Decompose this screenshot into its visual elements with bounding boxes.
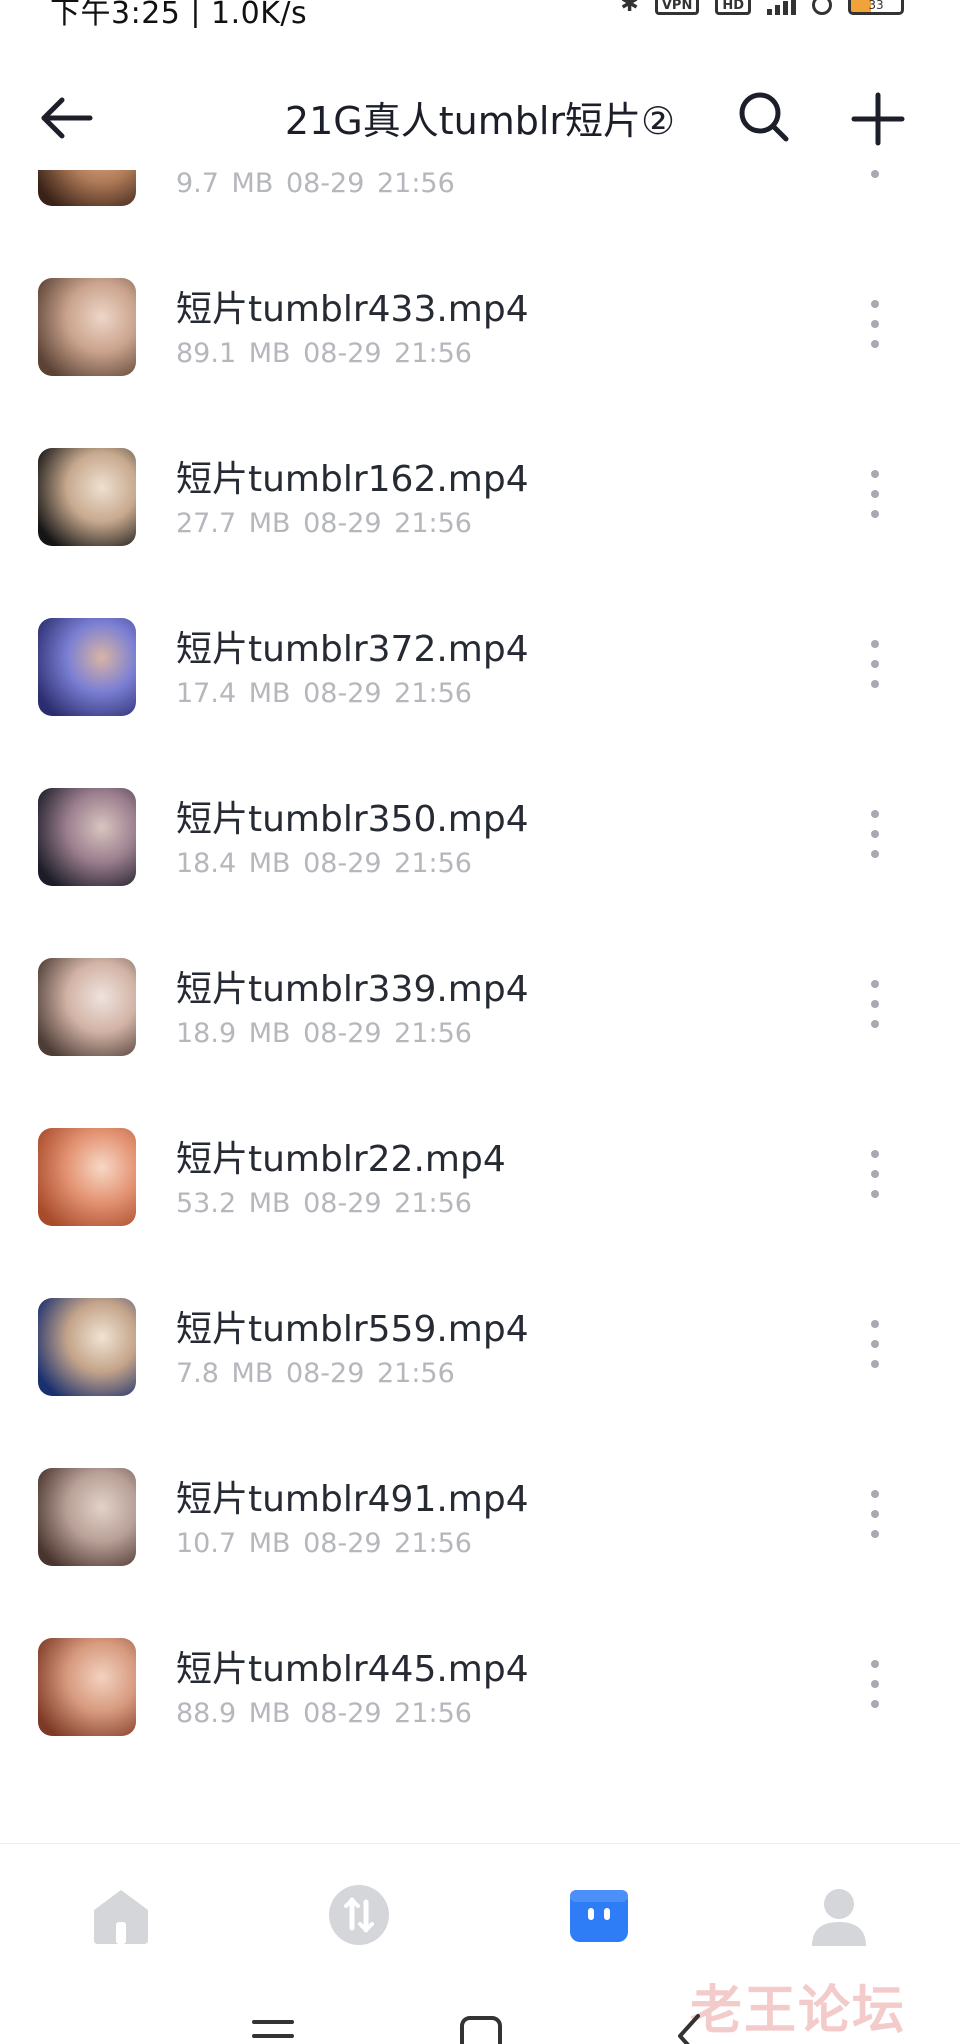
- more-vertical-icon[interactable]: [860, 806, 890, 862]
- more-vertical-icon[interactable]: [860, 1486, 890, 1542]
- file-date: 08-29 21:56: [303, 678, 472, 709]
- transfer-icon[interactable]: [324, 1880, 394, 1950]
- file-name: 短片tumblr162.mp4: [176, 459, 529, 500]
- wifi-icon: [812, 0, 832, 15]
- more-vertical-icon[interactable]: [860, 1316, 890, 1372]
- video-thumbnail: [38, 788, 136, 886]
- video-thumbnail: [38, 278, 136, 376]
- vpn-badge: VPN: [654, 0, 700, 15]
- search-icon[interactable]: [734, 87, 794, 147]
- file-date: 08-29 21:56: [303, 1698, 472, 1729]
- video-thumbnail: [38, 1128, 136, 1226]
- file-meta: 18.9 MB 08-29 21:56: [176, 1018, 472, 1049]
- file-name: 短片tumblr559.mp4: [176, 1309, 529, 1350]
- file-row[interactable]: 短片tumblr350.mp4 18.4 MB 08-29 21:56: [0, 750, 960, 900]
- file-meta: 10.7 MB 08-29 21:56: [176, 1528, 472, 1559]
- more-vertical-icon[interactable]: [860, 1146, 890, 1202]
- file-size: 89.1 MB: [176, 338, 291, 369]
- file-size: 18.4 MB: [176, 848, 291, 879]
- file-row[interactable]: 短片tumblr559.mp4 7.8 MB 08-29 21:56: [0, 1260, 960, 1410]
- file-size: 88.9 MB: [176, 1698, 291, 1729]
- menu-icon[interactable]: [248, 2012, 298, 2044]
- system-nav-bar: [0, 1990, 960, 2044]
- file-meta: 53.2 MB 08-29 21:56: [176, 1188, 472, 1219]
- file-size: 17.4 MB: [176, 678, 291, 709]
- folder-box-icon[interactable]: [564, 1880, 634, 1950]
- bluetooth-icon: ✱: [620, 0, 639, 17]
- file-name: 短片tumblr22.mp4: [176, 1139, 506, 1180]
- home-icon[interactable]: [86, 1880, 156, 1950]
- file-meta: 27.7 MB 08-29 21:56: [176, 508, 472, 539]
- file-name: 短片tumblr491.mp4: [176, 1479, 529, 1520]
- file-size: 10.7 MB: [176, 1528, 291, 1559]
- file-row[interactable]: 短片tumblr445.mp4 88.9 MB 08-29 21:56: [0, 1600, 960, 1750]
- file-size: 18.9 MB: [176, 1018, 291, 1049]
- file-meta: 9.7 MB 08-29 21:56: [176, 170, 455, 199]
- file-date: 08-29 21:56: [303, 1188, 472, 1219]
- page-title: 21G真人tumblr短片②: [284, 99, 676, 143]
- file-date: 08-29 21:56: [303, 508, 472, 539]
- more-vertical-icon[interactable]: [860, 466, 890, 522]
- file-date: 08-29 21:56: [303, 848, 472, 879]
- file-date: 08-29 21:56: [285, 1358, 455, 1389]
- status-icons: ✱ VPN HD 33: [620, 0, 904, 17]
- file-date: 08-29 21:56: [285, 170, 455, 199]
- file-row[interactable]: 短片tumblr22.mp4 53.2 MB 08-29 21:56: [0, 1090, 960, 1240]
- file-meta: 88.9 MB 08-29 21:56: [176, 1698, 472, 1729]
- file-row[interactable]: 短片tumblr372.mp4 17.4 MB 08-29 21:56: [0, 580, 960, 730]
- hd-badge: HD: [715, 0, 751, 15]
- file-meta: 7.8 MB 08-29 21:56: [176, 1358, 455, 1389]
- video-thumbnail: [38, 958, 136, 1056]
- file-date: 08-29 21:56: [303, 1018, 472, 1049]
- more-vertical-icon[interactable]: [860, 296, 890, 352]
- file-date: 08-29 21:56: [303, 338, 472, 369]
- file-size: 9.7 MB: [176, 170, 274, 199]
- file-meta: 17.4 MB 08-29 21:56: [176, 678, 472, 709]
- file-row[interactable]: 短片tumblr162.mp4 27.7 MB 08-29 21:56: [0, 410, 960, 560]
- file-name: 短片tumblr339.mp4: [176, 969, 529, 1010]
- file-size: 53.2 MB: [176, 1188, 291, 1219]
- arrow-left-icon[interactable]: [36, 88, 96, 148]
- header: 21G真人tumblr短片②: [0, 60, 960, 170]
- plus-icon[interactable]: [846, 87, 910, 151]
- user-icon[interactable]: [804, 1880, 874, 1950]
- file-row[interactable]: 短片tumblr433.mp4 89.1 MB 08-29 21:56: [0, 240, 960, 390]
- video-thumbnail: [38, 618, 136, 716]
- back-chevron-icon[interactable]: [666, 2012, 716, 2044]
- video-thumbnail: [38, 448, 136, 546]
- file-meta: 89.1 MB 08-29 21:56: [176, 338, 472, 369]
- battery-icon: 33: [848, 0, 904, 15]
- file-meta: 18.4 MB 08-29 21:56: [176, 848, 472, 879]
- file-name: 短片tumblr350.mp4: [176, 799, 529, 840]
- more-vertical-icon[interactable]: [860, 976, 890, 1032]
- file-row[interactable]: 短片tumblr339.mp4 18.9 MB 08-29 21:56: [0, 920, 960, 1070]
- file-size: 27.7 MB: [176, 508, 291, 539]
- file-list: 9.7 MB 08-29 21:56 短片tumblr433.mp4 89.1 …: [0, 170, 960, 1836]
- more-vertical-icon[interactable]: [860, 170, 890, 182]
- file-name: 短片tumblr445.mp4: [176, 1649, 529, 1690]
- video-thumbnail: [38, 1298, 136, 1396]
- video-thumbnail: [38, 170, 136, 206]
- signal-icon: [767, 0, 796, 15]
- file-row[interactable]: 短片tumblr491.mp4 10.7 MB 08-29 21:56: [0, 1430, 960, 1580]
- status-bar: 下午3:25 | 1.0K/s ✱ VPN HD 33: [0, 0, 960, 28]
- file-row[interactable]: 9.7 MB 08-29 21:56: [0, 170, 960, 220]
- file-name: 短片tumblr433.mp4: [176, 289, 529, 330]
- home-square-icon[interactable]: [456, 2012, 506, 2044]
- video-thumbnail: [38, 1638, 136, 1736]
- file-name: 短片tumblr372.mp4: [176, 629, 529, 670]
- more-vertical-icon[interactable]: [860, 636, 890, 692]
- file-size: 7.8 MB: [176, 1358, 274, 1389]
- bottom-nav: [0, 1843, 960, 1964]
- file-date: 08-29 21:56: [303, 1528, 472, 1559]
- more-vertical-icon[interactable]: [860, 1656, 890, 1712]
- video-thumbnail: [38, 1468, 136, 1566]
- status-time-speed: 下午3:25 | 1.0K/s: [50, 0, 308, 28]
